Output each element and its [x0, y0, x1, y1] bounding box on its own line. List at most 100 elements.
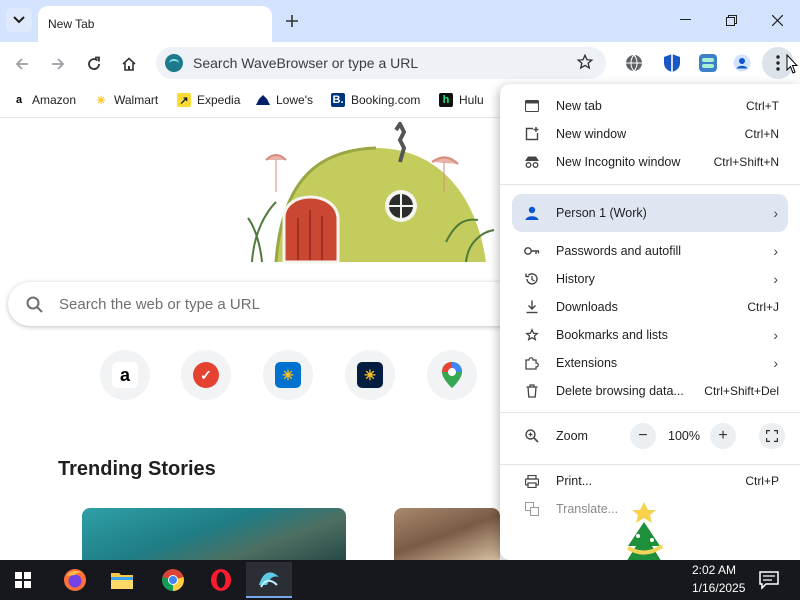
- lowes-icon: [256, 93, 270, 107]
- menu-separator: [500, 464, 800, 465]
- menu-item-extensions[interactable]: Extensions ›: [500, 349, 800, 377]
- story-thumbnail[interactable]: [394, 508, 500, 560]
- checkmark-icon: ✓: [193, 362, 219, 388]
- bookmark-walmart[interactable]: ✳ Walmart: [94, 93, 158, 107]
- taskbar-file-explorer[interactable]: [99, 562, 145, 598]
- ntp-search-box[interactable]: Search the web or type a URL: [8, 282, 568, 326]
- menu-item-profile-row[interactable]: Person 1 (Work) ›: [500, 199, 800, 227]
- shortcut-maps[interactable]: [427, 350, 477, 400]
- menu-item-new-incognito[interactable]: New Incognito window Ctrl+Shift+N: [500, 148, 800, 176]
- fullscreen-icon: [766, 430, 778, 442]
- menu-item-print[interactable]: Print... Ctrl+P: [500, 467, 800, 495]
- person-icon: [524, 205, 540, 221]
- profile-button[interactable]: [731, 52, 753, 74]
- bookmark-lowes[interactable]: Lowe's: [256, 93, 313, 107]
- bookmark-amazon[interactable]: a Amazon: [12, 93, 76, 107]
- menu-item-passwords[interactable]: Passwords and autofill ›: [500, 237, 800, 265]
- shortcut-walmart-dark[interactable]: ✳: [345, 350, 395, 400]
- menu-item-bookmarks[interactable]: Bookmarks and lists ›: [500, 321, 800, 349]
- menu-item-history[interactable]: History ›: [500, 265, 800, 293]
- expedia-icon: ↗: [177, 93, 191, 107]
- menu-item-downloads[interactable]: Downloads Ctrl+J: [500, 293, 800, 321]
- search-icon: [26, 296, 43, 313]
- close-icon: [771, 14, 783, 26]
- download-icon: [524, 299, 540, 315]
- address-bar[interactable]: Search WaveBrowser or type a URL: [156, 47, 606, 79]
- bookmark-label: Expedia: [197, 93, 241, 107]
- key-icon: [524, 243, 540, 259]
- browser-menu: New tab Ctrl+T New window Ctrl+N New Inc…: [500, 84, 800, 560]
- taskbar-wavebrowser[interactable]: [246, 562, 292, 598]
- ntp-search-placeholder: Search the web or type a URL: [59, 295, 260, 313]
- start-button[interactable]: [0, 562, 46, 598]
- zoom-out-button[interactable]: −: [630, 423, 656, 449]
- taskbar-clock-time[interactable]: 2:02 AM: [692, 563, 736, 577]
- bookmark-expedia[interactable]: ↗ Expedia: [177, 93, 240, 107]
- tab-strip: New Tab: [0, 0, 800, 42]
- bookmark-label: Hulu: [459, 93, 484, 107]
- taskbar-clock-date[interactable]: 1/16/2025: [692, 581, 745, 595]
- windows-taskbar: [0, 560, 800, 600]
- shortcut-amazon[interactable]: a: [100, 350, 150, 400]
- chevron-right-icon: ›: [773, 271, 778, 287]
- tab-search-button[interactable]: [6, 8, 32, 32]
- taskbar-firefox[interactable]: [52, 562, 98, 598]
- menu-item-shortcut: Ctrl+N: [744, 127, 779, 141]
- minimize-button[interactable]: [662, 8, 708, 32]
- history-icon: [524, 271, 540, 287]
- print-icon: [524, 473, 540, 489]
- home-button[interactable]: [115, 50, 143, 78]
- menu-item-shortcut: Ctrl+Shift+Del: [704, 384, 779, 398]
- fullscreen-button[interactable]: [759, 423, 785, 449]
- menu-item-delete-data[interactable]: Delete browsing data... Ctrl+Shift+Del: [500, 377, 800, 405]
- bookmark-label: Lowe's: [276, 93, 313, 107]
- extension-shield-button[interactable]: [661, 52, 683, 74]
- notification-center-button[interactable]: [758, 570, 780, 590]
- restore-icon: [725, 14, 737, 26]
- firefox-icon: [64, 569, 86, 591]
- menu-item-label: Extensions: [556, 356, 618, 370]
- new-tab-button[interactable]: [280, 9, 304, 33]
- bookmark-booking[interactable]: B. Booking.com: [331, 93, 420, 107]
- menu-item-label: Person 1 (Work): [556, 206, 647, 220]
- tab-new-tab[interactable]: New Tab: [38, 6, 272, 42]
- taskbar-chrome[interactable]: [150, 562, 196, 598]
- shortcut-todoist[interactable]: ✓: [181, 350, 231, 400]
- menu-separator: [500, 412, 800, 413]
- taskbar-opera[interactable]: [198, 562, 244, 598]
- notification-icon: [759, 571, 779, 590]
- walmart-icon: ✳: [357, 362, 383, 388]
- mouse-cursor: [786, 53, 799, 77]
- back-button[interactable]: [8, 50, 36, 78]
- star-icon: [524, 327, 540, 343]
- chrome-icon: [162, 569, 184, 591]
- bookmark-hulu[interactable]: h Hulu: [439, 93, 484, 107]
- wavebrowser-logo-icon: [165, 54, 183, 72]
- story-thumbnail[interactable]: [82, 508, 346, 560]
- walmart-icon: ✳: [96, 94, 106, 107]
- amazon-icon: a: [112, 362, 138, 388]
- restore-button[interactable]: [708, 8, 754, 32]
- menu-item-label: Delete browsing data...: [556, 384, 684, 398]
- new-window-icon: [524, 126, 540, 142]
- reload-button[interactable]: [80, 50, 108, 78]
- zoom-in-button[interactable]: +: [710, 423, 736, 449]
- minimize-icon: [679, 19, 691, 20]
- extension-globe-button[interactable]: [623, 52, 645, 74]
- zoom-icon: [524, 428, 540, 444]
- avatar-icon: [733, 54, 751, 72]
- amazon-icon: a: [15, 94, 23, 106]
- menu-item-new-tab[interactable]: New tab Ctrl+T: [500, 92, 800, 120]
- menu-item-new-window[interactable]: New window Ctrl+N: [500, 120, 800, 148]
- bookmark-star-button[interactable]: [576, 53, 594, 74]
- windows-logo-icon: [15, 572, 31, 588]
- extension-toggle-button[interactable]: [697, 52, 719, 74]
- translate-icon: [524, 501, 540, 517]
- bookmark-label: Walmart: [114, 93, 159, 107]
- forward-button[interactable]: [44, 50, 72, 78]
- shortcut-walmart[interactable]: ✳: [263, 350, 313, 400]
- menu-item-label: Bookmarks and lists: [556, 328, 668, 342]
- cursor-arrow-icon: [786, 53, 799, 74]
- close-window-button[interactable]: [754, 8, 800, 32]
- menu-item-label: New Incognito window: [556, 155, 681, 169]
